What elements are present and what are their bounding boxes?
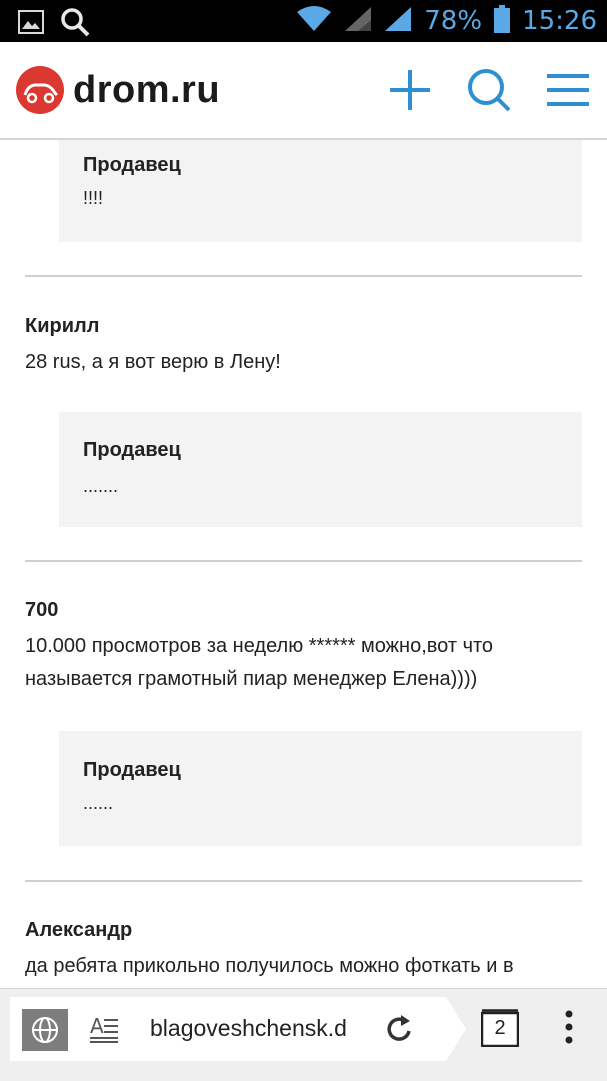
reply-title: Продавец (83, 154, 181, 176)
logo-text: drom.ru (73, 68, 221, 111)
comment-text: да ребята прикольно получилось можно фот… (25, 955, 514, 977)
comment-author: 700 (25, 599, 59, 621)
divider (25, 560, 582, 562)
divider (25, 275, 582, 277)
logo[interactable]: drom.ru (16, 66, 220, 114)
svg-text:A: A (90, 1015, 104, 1038)
clock: 15:26 (522, 6, 597, 36)
comment-text: 10.000 просмотров за неделю ****** можно… (25, 635, 494, 690)
signal-2-icon (384, 6, 412, 37)
address-bar-arrow (446, 997, 468, 1066)
comment: 700 10.000 просмотров за неделю ****** м… (25, 599, 582, 696)
address-bar[interactable]: A blagoveshchensk.d (10, 997, 446, 1061)
browser-toolbar: A blagoveshchensk.d 2 (0, 988, 607, 1081)
globe-icon[interactable] (22, 1009, 68, 1051)
seller-reply: Продавец ....... (59, 412, 582, 527)
reader-mode-icon[interactable]: A (90, 1014, 120, 1048)
reply-text: ...... (83, 793, 114, 813)
reply-text: ....... (83, 476, 119, 496)
tabs-button[interactable]: 2 (481, 1009, 519, 1047)
status-bar: 78% 15:26 (0, 0, 607, 42)
search-icon[interactable] (467, 68, 511, 117)
comment: Кирилл 28 rus, а я вот верю в Лену! (25, 315, 582, 379)
battery-percent: 78% (424, 6, 483, 36)
reply-text: !!!! (83, 188, 104, 208)
battery-icon (494, 4, 511, 38)
search-notification-icon (60, 7, 90, 42)
comments-list: Продавец !!!! Кирилл 28 rus, а я вот вер… (0, 140, 607, 988)
seller-reply: Продавец ...... (59, 731, 582, 846)
reply-title: Продавец (83, 759, 181, 781)
signal-1-icon (344, 6, 372, 37)
tab-count: 2 (494, 1017, 506, 1039)
add-icon[interactable] (389, 69, 431, 116)
menu-icon[interactable] (547, 74, 589, 111)
comment-author: Кирилл (25, 315, 100, 337)
comment: Александр да ребята прикольно получилось… (25, 919, 582, 983)
gallery-icon (18, 10, 44, 39)
seller-reply: Продавец !!!! (59, 140, 582, 242)
comment-text: 28 rus, а я вот верю в Лену! (25, 351, 281, 373)
logo-car-icon (16, 66, 64, 114)
overflow-menu-icon[interactable] (561, 1009, 577, 1050)
reload-icon[interactable] (386, 1013, 414, 1048)
site-header: drom.ru (0, 42, 607, 140)
wifi-icon (296, 5, 332, 37)
divider (25, 880, 582, 882)
comment-author: Александр (25, 919, 133, 941)
reply-title: Продавец (83, 439, 181, 461)
url-text[interactable]: blagoveshchensk.d (150, 1015, 372, 1042)
